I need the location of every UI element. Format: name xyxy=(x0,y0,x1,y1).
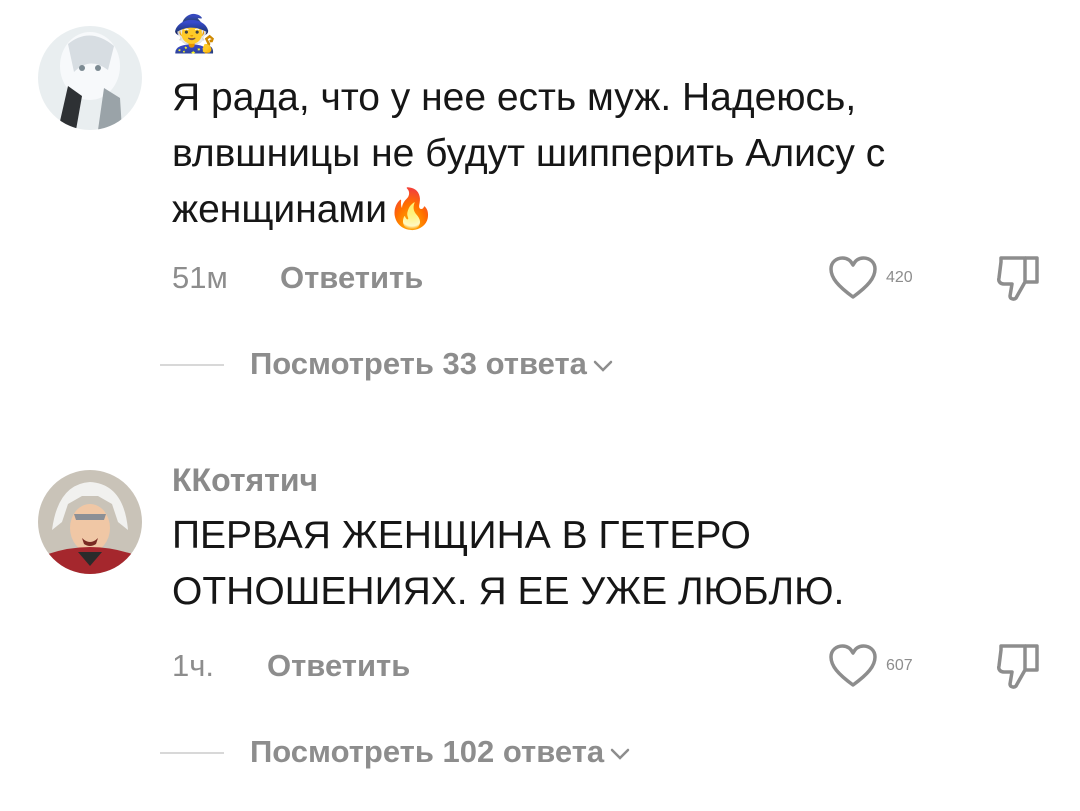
comment-time: 51м xyxy=(172,260,228,295)
thumbs-down-outline-icon[interactable] xyxy=(995,640,1045,692)
like-count: 607 xyxy=(886,657,913,674)
reply-button[interactable]: Ответить xyxy=(267,646,410,686)
chevron-down-icon xyxy=(610,748,630,760)
author-emoji: 🧙 xyxy=(172,13,217,54)
view-replies-label: Посмотреть 102 ответа xyxy=(250,732,630,772)
comment-time: 1ч. xyxy=(172,648,215,683)
heart-outline-icon[interactable] xyxy=(828,643,878,689)
comment-text: Я рада, что у нее есть муж. Надеюсь, влв… xyxy=(172,76,886,231)
comment-text: ПЕРВАЯ ЖЕНЩИНА В ГЕТЕРО ОТНОШЕНИЯХ. Я ЕЕ… xyxy=(172,514,845,613)
chevron-down-icon xyxy=(593,360,613,372)
thumbs-down-outline-icon[interactable] xyxy=(995,252,1045,304)
divider xyxy=(160,364,224,366)
divider xyxy=(160,752,224,754)
avatar[interactable] xyxy=(38,26,142,130)
author-name[interactable]: ККотятич xyxy=(172,460,318,500)
reply-button[interactable]: Ответить xyxy=(280,258,423,298)
heart-outline-icon[interactable] xyxy=(828,255,878,301)
like-count: 420 xyxy=(886,269,913,286)
avatar[interactable] xyxy=(38,470,142,574)
view-replies-label: Посмотреть 33 ответа xyxy=(250,344,613,384)
